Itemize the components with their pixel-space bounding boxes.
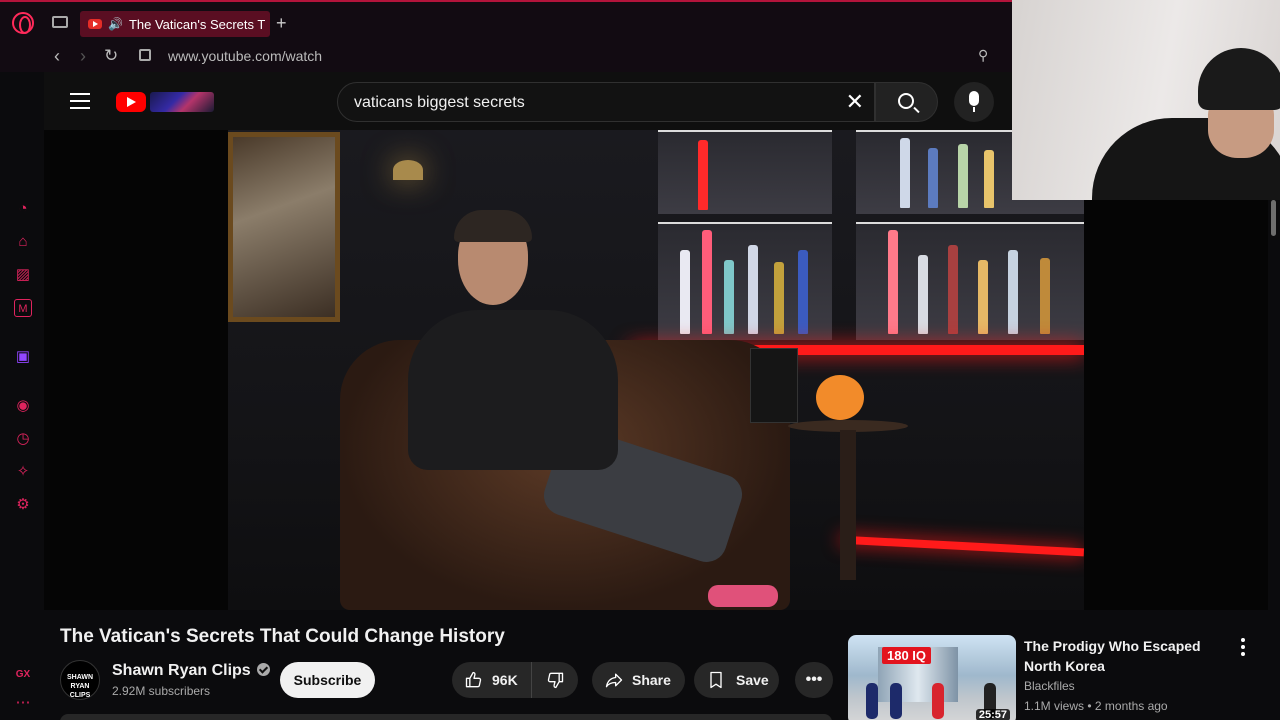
gx-cleaner-icon[interactable]: ⌂ [14,233,32,251]
settings-gear-icon[interactable]: ⚙ [14,496,32,514]
video-title: The Vatican's Secrets That Could Change … [60,626,505,647]
browser-tab[interactable]: 🔊 The Vatican's Secrets T [80,11,270,37]
search-input[interactable]: vaticans biggest secrets [354,94,525,112]
share-button[interactable]: Share [592,662,685,698]
address-bar: ‹ › ↻ www.youtube.com/watch ⚲ [0,42,1012,72]
webcam-overlay [1012,0,1280,200]
twitch-icon[interactable]: ▣ [14,348,32,366]
bookmark-icon [710,671,722,689]
new-tab-button[interactable]: + [276,14,287,32]
search-box[interactable]: vaticans biggest secrets ✕ [337,82,875,122]
subscribe-button[interactable]: Subscribe [280,662,375,698]
share-label: Share [632,672,671,688]
workspaces-icon[interactable] [52,16,68,28]
recommendation-channel[interactable]: Blackfiles [1024,679,1075,693]
video-player[interactable] [44,130,1268,610]
lock-icon[interactable] [139,49,151,61]
tab-title: The Vatican's Secrets T [128,16,266,32]
more-actions-button[interactable]: ••• [795,662,833,698]
forward-button[interactable]: › [80,46,86,67]
youtube-favicon-icon [88,19,102,29]
like-dislike-group: 96K [452,662,578,698]
thumbs-up-icon [465,671,482,688]
search-button[interactable] [875,82,938,122]
messenger-icon[interactable]: M [14,299,32,317]
speaker-person [408,310,618,470]
browser-tab-bar: 🔊 The Vatican's Secrets T + [0,0,1012,42]
save-label: Save [736,672,769,688]
description-box[interactable] [60,714,832,720]
lamp-in-video [393,160,423,180]
voice-search-button[interactable] [954,82,994,122]
microphone-icon [969,91,979,112]
gx-corner-icon[interactable]: ▨ [14,266,32,284]
save-button[interactable]: Save [694,662,779,698]
page-scrollbar[interactable] [1271,200,1276,236]
search-icon [898,93,914,109]
verified-check-icon [256,663,270,676]
channel-avatar[interactable]: SHAWN RYAN CLIPS [60,660,100,700]
orange-plush-toy [816,375,864,420]
youtube-doodle-logo[interactable] [150,92,214,112]
dislike-button[interactable] [532,662,578,698]
share-arrow-icon [605,673,623,688]
video-frame [228,130,1084,610]
thumbnail-badge: 180 IQ [882,647,932,664]
streamer-beanie [1198,48,1280,110]
like-button[interactable]: 96K [452,662,532,698]
clear-search-icon[interactable]: ✕ [846,90,864,114]
recommendation-title[interactable]: The Prodigy Who Escaped North Korea [1024,636,1214,676]
gx-sidebar: ◔ ⌂ ▨ M ▣ ◉ ◷ ✧ ⚙ GX ⋯ [0,72,44,720]
subscriber-count: 2.92M subscribers [112,684,211,698]
url-field[interactable]: www.youtube.com/watch [168,48,322,64]
youtube-masthead: vaticans biggest secrets ✕ [44,72,1012,130]
history-icon[interactable]: ◷ [14,430,32,448]
gx-logo-text[interactable]: GX [14,666,32,684]
video-duration: 25:57 [975,709,1010,720]
like-count: 96K [492,672,518,688]
sidebar-more-icon[interactable]: ⋯ [14,694,32,712]
recommendation-meta: 1.1M views • 2 months ago [1024,699,1168,713]
channel-name-text[interactable]: Shawn Ryan Clips [112,662,251,679]
youtube-logo-icon[interactable] [116,92,146,112]
extensions-icon[interactable]: ✧ [14,463,32,481]
gx-control-icon[interactable]: ◔ [14,200,32,218]
menu-icon[interactable] [70,93,90,109]
reload-button[interactable]: ↻ [104,46,118,66]
opera-gx-logo-icon[interactable] [12,12,34,34]
player-icon[interactable]: ◉ [14,397,32,415]
speaker-icon[interactable]: 🔊 [108,17,123,31]
red-led-strip-lower [839,535,1084,557]
pin-icon[interactable]: ⚲ [978,47,988,64]
channel-name[interactable]: Shawn Ryan Clips [112,662,270,680]
recommendation-thumbnail[interactable]: 180 IQ 25:57 [848,635,1016,720]
painting-in-video [228,132,340,322]
recommendation-menu-icon[interactable] [1236,638,1250,658]
back-button[interactable]: ‹ [54,46,60,67]
thumbs-down-icon [547,672,564,689]
